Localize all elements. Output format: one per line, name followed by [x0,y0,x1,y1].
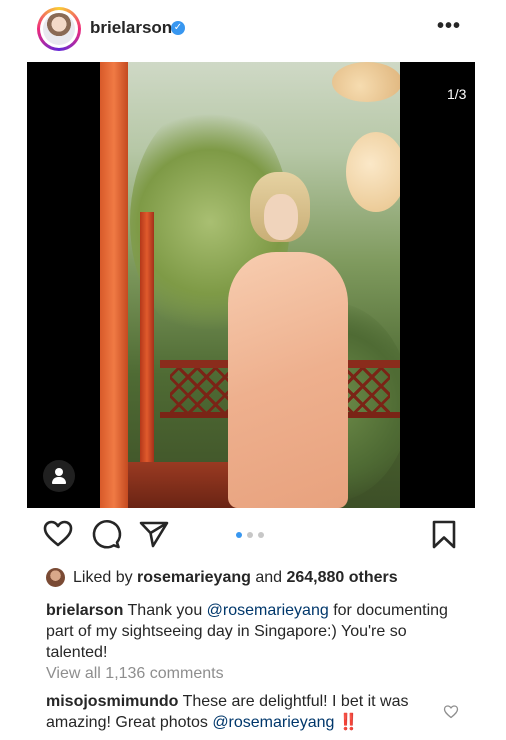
avatar[interactable] [37,7,81,51]
caption-author[interactable]: brielarson [46,602,123,619]
save-button[interactable] [428,518,460,552]
liker-username[interactable]: rosemarieyang [137,569,251,586]
user-tag-head [55,468,63,476]
likes-middle: and [250,569,287,586]
dress [228,252,348,508]
avatar-border [40,10,78,48]
comment: misojosmimundo These are delightful! I b… [46,691,426,733]
likes-count[interactable]: 264,880 others [286,569,397,586]
user-tag-icon[interactable] [43,460,75,492]
comment-bubble-icon [92,519,122,549]
image-counter: 1/3 [447,86,467,102]
like-button[interactable] [42,518,74,552]
red-pillar [100,62,128,508]
action-bar [0,518,506,558]
comment-mention[interactable]: @rosemarieyang [212,714,334,731]
carousel-dot [258,532,264,538]
lantern [346,132,400,212]
post-username[interactable]: brielarson [90,18,172,38]
small-heart-icon [443,705,459,719]
caption-mention[interactable]: @rosemarieyang [207,602,329,619]
view-all-comments-link[interactable]: View all 1,136 comments [46,665,224,683]
carousel-dot-active [236,532,242,538]
comment-emoji: ‼️ [334,714,359,731]
comment-author[interactable]: misojosmimundo [46,693,178,710]
paper-plane-icon [139,521,169,548]
verified-badge-icon: ✓ [171,21,185,35]
post-header: brielarson ✓ ••• [0,0,506,60]
lantern [332,62,400,102]
carousel-dot [247,532,253,538]
face [264,194,298,240]
likes-prefix: Liked by [73,569,138,586]
person-figure [228,172,348,508]
photo-scene [100,62,400,508]
user-tag-body [52,477,66,484]
comment-like-button[interactable] [443,704,459,720]
heart-icon [43,520,73,547]
bookmark-icon [432,520,456,549]
comment-button[interactable] [90,518,122,552]
more-options-button[interactable]: ••• [437,14,461,38]
post-image[interactable]: 1/3 [27,62,475,508]
liker-avatar[interactable] [46,568,65,587]
likes-text: Liked by rosemarieyang and 264,880 other… [73,569,398,587]
post-caption: brielarson Thank you @rosemarieyang for … [46,600,466,663]
share-button[interactable] [138,518,170,552]
avatar-photo [43,13,75,45]
caption-text: Thank you [123,602,207,619]
